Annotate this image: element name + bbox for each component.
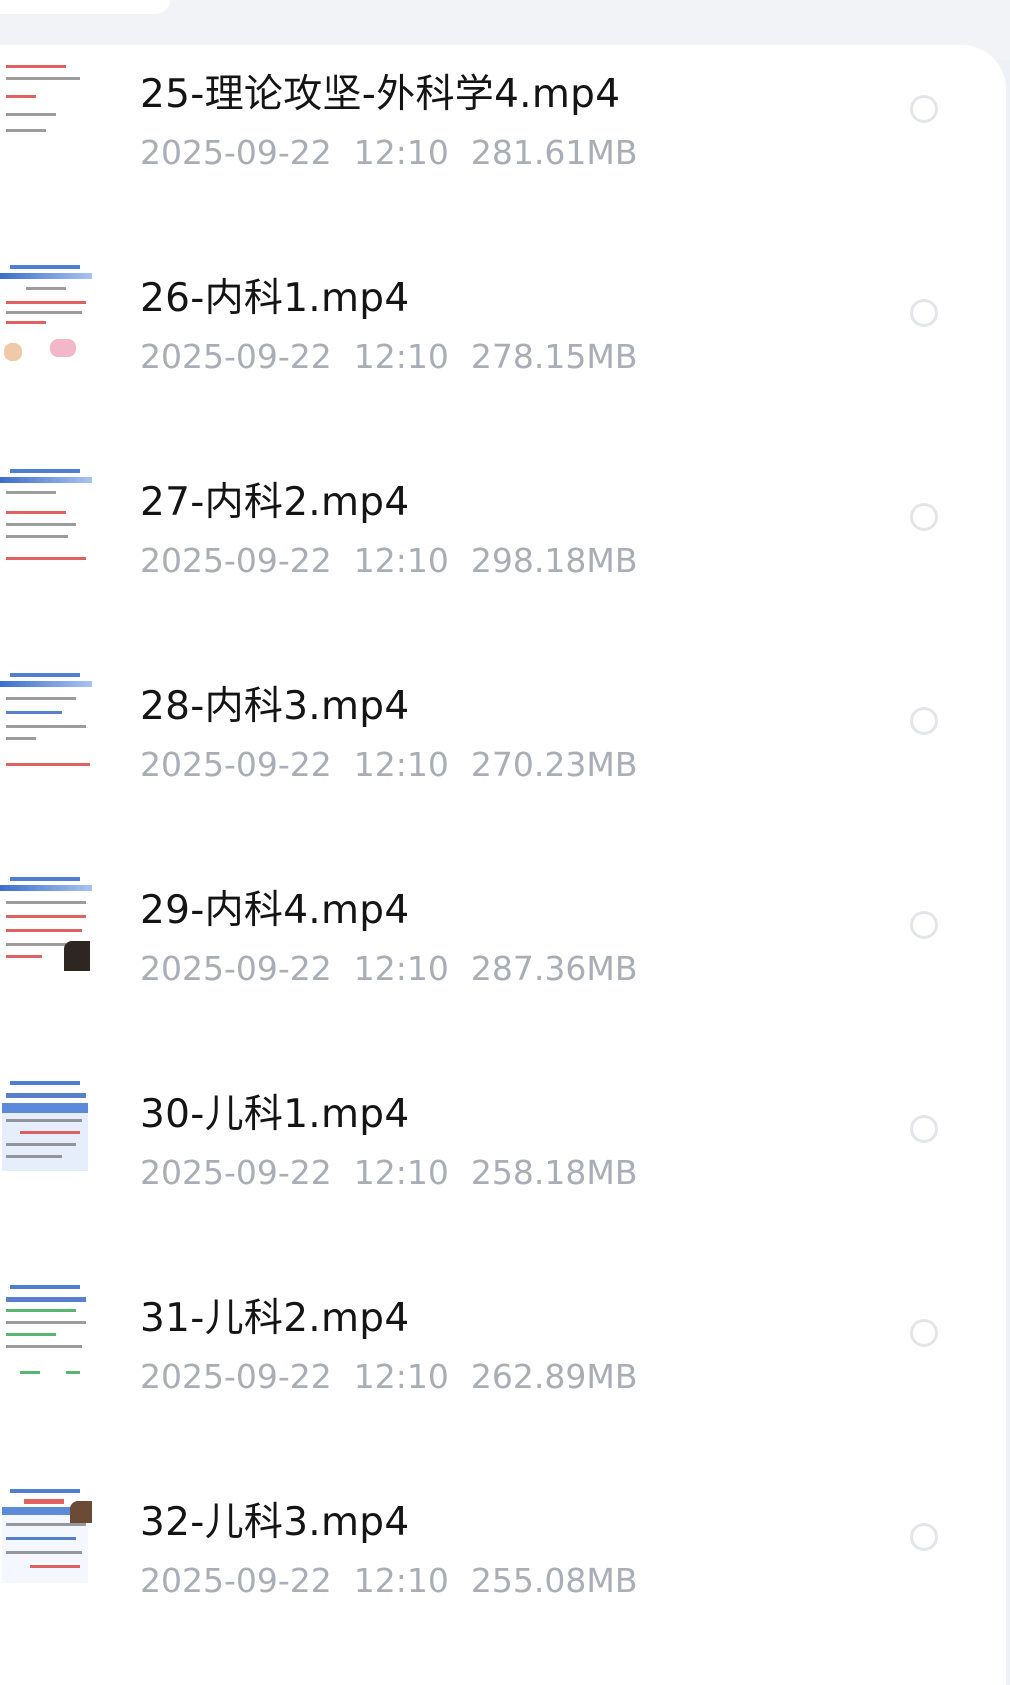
file-meta: 2025-09-22 12:10 287.36MB	[140, 949, 659, 988]
video-thumbnail	[0, 55, 92, 167]
file-list: 25-理论攻坚-外科学4.mp4 2025-09-22 12:10 281.61MB…	[0, 45, 1006, 1637]
file-name: 27-内科2.mp4	[140, 480, 410, 525]
file-size: 278.15MB	[470, 337, 638, 376]
list-item[interactable]: 30-儿科1.mp4 2025-09-22 12:10 258.18MB	[0, 1025, 1006, 1229]
select-radio[interactable]	[910, 707, 938, 735]
file-date: 2025-09-22	[140, 1561, 332, 1600]
video-thumbnail	[0, 1279, 92, 1391]
file-name: 29-内科4.mp4	[140, 888, 410, 933]
select-radio[interactable]	[910, 1115, 938, 1143]
video-thumbnail	[0, 1483, 92, 1595]
file-time: 12:10	[353, 1357, 449, 1396]
file-size: 255.08MB	[470, 1561, 638, 1600]
video-thumbnail	[0, 667, 92, 779]
file-date: 2025-09-22	[140, 745, 332, 784]
select-radio[interactable]	[910, 911, 938, 939]
file-meta: 2025-09-22 12:10 281.61MB	[140, 133, 659, 172]
file-date: 2025-09-22	[140, 337, 332, 376]
file-name: 32-儿科3.mp4	[140, 1500, 410, 1545]
file-meta: 2025-09-22 12:10 255.08MB	[140, 1561, 659, 1600]
list-item[interactable]: 29-内科4.mp4 2025-09-22 12:10 287.36MB	[0, 821, 1006, 1025]
list-item[interactable]: 26-内科1.mp4 2025-09-22 12:10 278.15MB	[0, 209, 1006, 413]
file-date: 2025-09-22	[140, 949, 332, 988]
top-tab-edge	[0, 0, 170, 14]
file-size: 298.18MB	[470, 541, 638, 580]
file-size: 281.61MB	[470, 133, 638, 172]
select-radio[interactable]	[910, 1523, 938, 1551]
file-name: 26-内科1.mp4	[140, 276, 410, 321]
file-date: 2025-09-22	[140, 541, 332, 580]
video-thumbnail	[0, 259, 92, 371]
video-thumbnail	[0, 463, 92, 575]
select-radio[interactable]	[910, 299, 938, 327]
select-radio[interactable]	[910, 1319, 938, 1347]
video-thumbnail	[0, 1075, 92, 1187]
file-name: 31-儿科2.mp4	[140, 1296, 410, 1341]
select-radio[interactable]	[910, 503, 938, 531]
file-size: 262.89MB	[470, 1357, 638, 1396]
file-time: 12:10	[353, 949, 449, 988]
file-meta: 2025-09-22 12:10 258.18MB	[140, 1153, 659, 1192]
file-time: 12:10	[353, 337, 449, 376]
file-time: 12:10	[353, 1153, 449, 1192]
list-item[interactable]: 25-理论攻坚-外科学4.mp4 2025-09-22 12:10 281.61MB	[0, 45, 1006, 209]
file-meta: 2025-09-22 12:10 298.18MB	[140, 541, 659, 580]
file-size: 258.18MB	[470, 1153, 638, 1192]
file-date: 2025-09-22	[140, 133, 332, 172]
file-size: 270.23MB	[470, 745, 638, 784]
file-name: 25-理论攻坚-外科学4.mp4	[140, 72, 621, 117]
list-item[interactable]: 32-儿科3.mp4 2025-09-22 12:10 255.08MB	[0, 1433, 1006, 1637]
file-meta: 2025-09-22 12:10 270.23MB	[140, 745, 659, 784]
file-date: 2025-09-22	[140, 1357, 332, 1396]
file-list-panel: 25-理论攻坚-外科学4.mp4 2025-09-22 12:10 281.61MB…	[0, 45, 1006, 1685]
file-meta: 2025-09-22 12:10 278.15MB	[140, 337, 659, 376]
file-name: 30-儿科1.mp4	[140, 1092, 410, 1137]
list-item[interactable]: 27-内科2.mp4 2025-09-22 12:10 298.18MB	[0, 413, 1006, 617]
list-item[interactable]: 28-内科3.mp4 2025-09-22 12:10 270.23MB	[0, 617, 1006, 821]
file-date: 2025-09-22	[140, 1153, 332, 1192]
select-radio[interactable]	[910, 95, 938, 123]
list-item[interactable]: 31-儿科2.mp4 2025-09-22 12:10 262.89MB	[0, 1229, 1006, 1433]
file-time: 12:10	[353, 1561, 449, 1600]
file-time: 12:10	[353, 133, 449, 172]
file-meta: 2025-09-22 12:10 262.89MB	[140, 1357, 659, 1396]
file-size: 287.36MB	[470, 949, 638, 988]
file-time: 12:10	[353, 745, 449, 784]
video-thumbnail	[0, 871, 92, 983]
file-name: 28-内科3.mp4	[140, 684, 410, 729]
file-time: 12:10	[353, 541, 449, 580]
